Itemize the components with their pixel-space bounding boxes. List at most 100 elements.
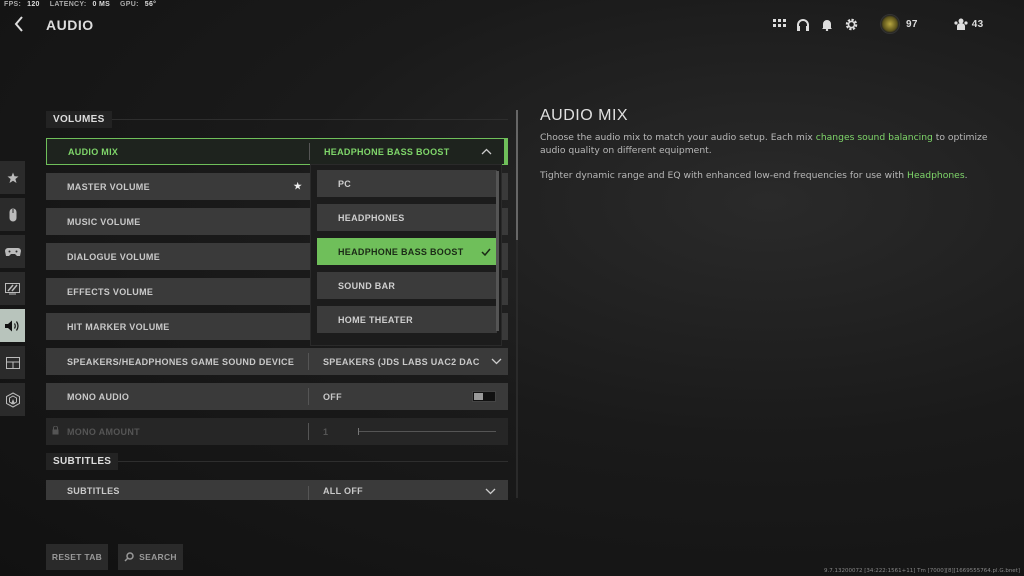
gpu-label: GPU: xyxy=(120,1,139,8)
setting-name: SUBTITLES xyxy=(67,486,120,496)
tab-controller[interactable] xyxy=(0,235,25,268)
dropdown-option-headphone-bass-boost[interactable]: HEADPHONE BASS BOOST xyxy=(317,238,497,265)
headset-button[interactable] xyxy=(796,17,810,31)
tab-mouse-keyboard[interactable] xyxy=(0,198,25,231)
option-label: HEADPHONES xyxy=(338,212,405,223)
setting-name: EFFECTS VOLUME xyxy=(67,286,154,297)
audio-mix-dropdown: PC HEADPHONES HEADPHONE BASS BOOST SOUND… xyxy=(310,164,502,346)
option-label: HEADPHONE BASS BOOST xyxy=(338,246,464,257)
checkmark-icon xyxy=(481,248,491,256)
highlight-text: changes sound balancing xyxy=(815,132,933,143)
favorite-star-icon[interactable]: ★ xyxy=(294,181,302,192)
tab-favorites[interactable] xyxy=(0,161,25,194)
setting-name: DIALOGUE VOLUME xyxy=(67,251,161,262)
setting-sound-device[interactable]: SPEAKERS/HEADPHONES GAME SOUND DEVICE SP… xyxy=(46,348,508,375)
headphones-icon xyxy=(797,18,809,31)
grid-icon xyxy=(772,19,786,27)
setting-name: SPEAKERS/HEADPHONES GAME SOUND DEVICE xyxy=(67,356,295,367)
setting-name: MUSIC VOLUME xyxy=(67,216,141,227)
option-label: SOUND BAR xyxy=(338,280,396,291)
fps-value: 120 xyxy=(27,1,40,8)
chevron-down-icon xyxy=(485,488,496,494)
gpu-value: 56° xyxy=(144,1,157,8)
setting-audio-mix[interactable]: AUDIO MIX HEADPHONE BASS BOOST xyxy=(46,138,508,165)
rank-badge-icon[interactable] xyxy=(880,14,900,34)
setting-name: MONO AMOUNT xyxy=(46,418,308,445)
search-button[interactable]: SEARCH xyxy=(118,544,183,570)
text: Tighter dynamic range and EQ with enhanc… xyxy=(540,170,908,181)
setting-value: OFF xyxy=(309,391,508,402)
setting-value: SPEAKERS (JDS LABS UAC2 DAC (XU208 xyxy=(309,357,508,367)
reset-tab-button[interactable]: RESET TAB xyxy=(46,544,108,570)
dropdown-option-home-theater[interactable]: HOME THEATER xyxy=(317,306,497,333)
section-label: SUBTITLES xyxy=(46,453,119,470)
setting-name: AUDIO MIX xyxy=(68,146,119,157)
star-icon xyxy=(7,172,18,183)
divider xyxy=(111,119,508,120)
setting-name: MASTER VOLUME ★ xyxy=(46,173,308,200)
apps-grid-button[interactable] xyxy=(772,17,786,31)
text: Choose the audio mix to match your audio… xyxy=(540,132,816,143)
friends-count: 43 xyxy=(971,18,984,30)
description-text: Choose the audio mix to match your audio… xyxy=(540,131,990,157)
button-label: RESET TAB xyxy=(51,552,103,562)
sound-device-value: SPEAKERS (JDS LABS UAC2 DAC (XU208 xyxy=(323,356,481,367)
network-icon xyxy=(5,391,20,408)
tab-network[interactable] xyxy=(0,383,25,416)
description-title: AUDIO MIX xyxy=(540,107,629,124)
settings-scrollbar[interactable] xyxy=(516,110,518,498)
dropdown-option-sound-bar[interactable]: SOUND BAR xyxy=(317,272,497,299)
lock-icon xyxy=(52,425,59,437)
setting-value: HEADPHONE BASS BOOST xyxy=(310,147,504,157)
button-label: SEARCH xyxy=(139,552,177,562)
top-bar-icons: 97 43 xyxy=(772,14,983,34)
mono-amount-slider xyxy=(358,428,496,435)
bell-icon xyxy=(822,19,832,31)
setting-mono-audio[interactable]: MONO AUDIO OFF xyxy=(46,383,508,410)
dropdown-option-pc[interactable]: PC xyxy=(317,170,497,197)
section-header-subtitles: SUBTITLES xyxy=(46,452,508,471)
dropdown-option-headphones[interactable]: HEADPHONES xyxy=(317,204,497,231)
option-label: PC xyxy=(338,178,352,189)
subtitles-value: ALL OFF xyxy=(323,486,363,496)
speaker-icon xyxy=(4,320,19,331)
description-detail: Tighter dynamic range and EQ with enhanc… xyxy=(540,169,990,182)
latency-label: LATENCY: xyxy=(49,1,87,8)
description-panel: AUDIO MIX Choose the audio mix to match … xyxy=(540,107,990,194)
setting-name: MONO AUDIO xyxy=(67,391,130,402)
mono-audio-value: OFF xyxy=(323,391,342,402)
chevron-down-icon xyxy=(491,358,502,365)
dropdown-scrollbar[interactable] xyxy=(496,171,499,331)
display-icon xyxy=(5,282,20,294)
section-header-volumes: VOLUMES xyxy=(46,110,508,129)
gear-icon xyxy=(845,18,857,30)
interface-icon xyxy=(5,356,20,369)
latency-value: 0 MS xyxy=(92,1,111,8)
friends-icon xyxy=(954,18,968,30)
mono-audio-toggle[interactable] xyxy=(472,391,496,402)
highlight-text: Headphones xyxy=(907,170,965,181)
tab-interface[interactable] xyxy=(0,346,25,379)
setting-subtitles[interactable]: SUBTITLES ALL OFF xyxy=(46,480,508,500)
scrollbar-thumb[interactable] xyxy=(516,110,518,240)
setting-name-text: MASTER VOLUME xyxy=(67,181,150,192)
mouse-icon xyxy=(9,208,16,221)
player-level: 97 xyxy=(906,18,918,30)
setting-name: HIT MARKER VOLUME xyxy=(67,321,170,332)
performance-stats: FPS: 120 LATENCY: 0 MS GPU: 56° xyxy=(4,1,156,8)
slider-thumb xyxy=(358,428,360,435)
setting-value: 1 xyxy=(309,427,508,437)
tab-audio[interactable] xyxy=(0,309,25,342)
chevron-up-icon xyxy=(481,148,492,155)
text: . xyxy=(964,170,968,181)
notifications-button[interactable] xyxy=(820,17,834,31)
setting-mono-amount: MONO AMOUNT 1 xyxy=(46,418,508,445)
settings-button[interactable] xyxy=(844,17,858,31)
setting-value: ALL OFF xyxy=(309,486,508,496)
controller-icon xyxy=(4,247,21,256)
tab-graphics[interactable] xyxy=(0,272,25,305)
setting-name-text: MONO AMOUNT xyxy=(67,426,140,437)
friends-button[interactable]: 43 xyxy=(954,18,984,30)
option-label: HOME THEATER xyxy=(338,314,413,325)
back-button[interactable] xyxy=(14,16,28,34)
